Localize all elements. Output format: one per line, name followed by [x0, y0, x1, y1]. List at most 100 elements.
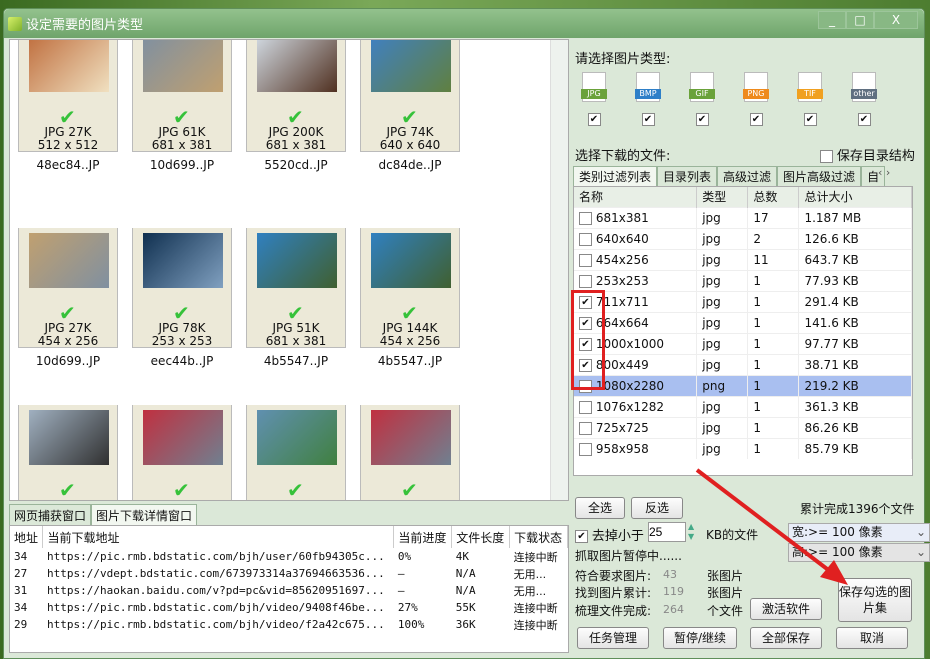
activate-button[interactable]: 激活软件: [750, 598, 822, 620]
other-file-icon: other: [851, 72, 877, 102]
download-cell: 连接中断: [513, 550, 558, 564]
row-checkbox[interactable]: [579, 442, 592, 456]
download-column-header[interactable]: 当前下载地址: [42, 526, 395, 548]
type-checkbox[interactable]: ✔: [749, 113, 763, 126]
save-checked-button[interactable]: 保存勾选的图片集: [838, 578, 912, 622]
file-type-other[interactable]: other ✔: [848, 72, 880, 126]
width-filter-select[interactable]: 宽:>= 100 像素 ⌄: [788, 523, 930, 542]
row-checkbox[interactable]: [579, 253, 592, 267]
filter-tab[interactable]: 高级过滤: [717, 166, 778, 187]
jpg-file-icon: JPG: [581, 72, 607, 102]
row-checkbox[interactable]: [579, 232, 592, 246]
download-row[interactable]: 34 https://pic.rmb.bdstatic.com/bjh/video…: [10, 599, 568, 616]
kb-files-label: KB的文件: [706, 528, 759, 542]
select-all-button[interactable]: 全选: [575, 497, 625, 519]
min-size-spinner[interactable]: ▲ ▼: [688, 522, 694, 542]
type-checkbox[interactable]: ✔: [803, 113, 817, 126]
thumbnail-item[interactable]: ✔JPG 104K: [18, 405, 118, 500]
download-column-header[interactable]: 文件长度: [451, 526, 511, 548]
list-row[interactable]: 1080x2280 png 1 219.2 KB: [574, 374, 912, 396]
row-type: jpg: [696, 248, 749, 270]
list-column-header[interactable]: 类型: [696, 187, 749, 207]
png-file-icon: PNG: [743, 72, 769, 102]
thumbnail-size: 640 x 640: [379, 138, 441, 152]
min-size-input[interactable]: [648, 522, 686, 542]
file-type-bmp[interactable]: BMP ✔: [632, 72, 664, 126]
match-unit: 张图片: [707, 569, 744, 583]
thumbnail-item[interactable]: ✔ JPG 74K 640 x 640 dc84de..JP: [360, 40, 460, 172]
thumbnail-item[interactable]: ✔JPG 52K: [132, 405, 232, 500]
thumbnail-image: [143, 233, 223, 288]
thumbnail-size: 253 x 253: [151, 334, 213, 348]
height-filter-select[interactable]: 高:>= 100 像素 ⌄: [788, 543, 930, 562]
maximize-button[interactable]: □: [846, 11, 874, 29]
filter-tab[interactable]: 目录列表: [657, 166, 718, 187]
list-column-header[interactable]: 总计大小: [798, 187, 912, 207]
cancel-button[interactable]: 取消: [836, 627, 908, 649]
thumbnail-item[interactable]: ✔ JPG 27K 454 x 256 10d699..JP: [18, 228, 118, 368]
file-type-png[interactable]: PNG ✔: [740, 72, 772, 126]
list-column-header[interactable]: 总数: [747, 187, 800, 207]
list-row[interactable]: 1076x1282 jpg 1 361.3 KB: [574, 395, 912, 417]
download-row[interactable]: 29 https://pic.rmb.bdstatic.com/bjh/video…: [10, 616, 568, 633]
download-column-header[interactable]: 下载状态: [509, 526, 568, 548]
thumbnail-item[interactable]: ✔JPG 292K: [246, 405, 346, 500]
thumbnail-item[interactable]: ✔ JPG 200K 681 x 381 5520cd..JP: [246, 40, 346, 172]
tab-scroll-arrows[interactable]: ‹ ›: [878, 166, 890, 179]
keep-dir-checkbox[interactable]: 保存目录结构: [820, 145, 915, 164]
list-row[interactable]: ✔ 800x449 jpg 1 38.71 KB: [574, 353, 912, 375]
thumbnail-image: [29, 40, 109, 92]
download-row[interactable]: 31 https://haokan.baidu.com/v?pd=pc&vid=8…: [10, 582, 568, 599]
thumbnail-item[interactable]: ✔ JPG 51K 681 x 381 4b5547..JP: [246, 228, 346, 368]
list-row[interactable]: ✔ 711x711 jpg 1 291.4 KB: [574, 290, 912, 312]
row-type: jpg: [696, 416, 749, 438]
list-row[interactable]: ✔ 1000x1000 jpg 1 97.77 KB: [574, 332, 912, 354]
tab-page-capture[interactable]: 网页捕获窗口: [9, 504, 92, 527]
list-row[interactable]: 640x640 jpg 2 126.6 KB: [574, 227, 912, 249]
list-row[interactable]: 253x253 jpg 1 77.93 KB: [574, 269, 912, 291]
thumbnail-item[interactable]: ✔ JPG 78K 253 x 253 eec44b..JP: [132, 228, 232, 368]
save-all-button[interactable]: 全部保存: [750, 627, 822, 649]
row-count: 11: [747, 248, 800, 270]
file-type-jpg[interactable]: JPG ✔: [578, 72, 610, 126]
file-type-gif[interactable]: GIF ✔: [686, 72, 718, 126]
download-cell: N/A: [455, 584, 476, 597]
list-row[interactable]: ✔ 664x664 jpg 1 141.6 KB: [574, 311, 912, 333]
type-checkbox[interactable]: ✔: [587, 113, 601, 126]
list-row[interactable]: 454x256 jpg 11 643.7 KB: [574, 248, 912, 270]
row-checkbox[interactable]: [579, 211, 592, 225]
list-row[interactable]: 725x725 jpg 1 86.26 KB: [574, 416, 912, 438]
category-filter-list: 名称 类型 总数 总计大小 681x381 jpg 17 1.187 MB 640x640 j…: [573, 186, 913, 476]
filter-tab[interactable]: 图片高级过滤: [777, 166, 862, 187]
height-filter-value: 高:>= 100 像素: [792, 545, 883, 559]
download-row[interactable]: 27 https://vdept.bdstatic.com/673973314a3…: [10, 565, 568, 582]
invert-selection-button[interactable]: 反选: [631, 497, 683, 519]
remove-small-checkbox[interactable]: ✔ 去掉小于: [575, 525, 644, 544]
type-checkbox[interactable]: ✔: [857, 113, 871, 126]
list-row[interactable]: 958x958 jpg 1 85.79 KB: [574, 437, 912, 459]
thumbnail-item[interactable]: ✔ JPG 144K 454 x 256 4b5547..JP: [360, 228, 460, 368]
download-row[interactable]: 34 https://pic.rmb.bdstatic.com/bjh/user/…: [10, 548, 568, 565]
row-checkbox[interactable]: [579, 421, 592, 435]
row-checkbox[interactable]: [579, 274, 592, 288]
thumbnail-item[interactable]: ✔JPG 27K: [360, 405, 460, 500]
pause-resume-button[interactable]: 暂停/继续: [663, 627, 737, 649]
close-button[interactable]: X: [874, 11, 918, 29]
list-column-header[interactable]: 名称: [574, 187, 698, 207]
list-row[interactable]: 681x381 jpg 17 1.187 MB: [574, 206, 912, 228]
type-checkbox[interactable]: ✔: [695, 113, 709, 126]
thumbnail-item[interactable]: ✔ JPG 61K 681 x 381 10d699..JP: [132, 40, 232, 172]
type-checkbox[interactable]: ✔: [641, 113, 655, 126]
download-column-header[interactable]: 当前进度: [393, 526, 453, 548]
task-manager-button[interactable]: 任务管理: [577, 627, 649, 649]
minimize-button[interactable]: _: [818, 11, 846, 29]
file-type-tif[interactable]: TIF ✔: [794, 72, 826, 126]
download-column-header[interactable]: 地址: [10, 526, 44, 548]
tab-download-details[interactable]: 图片下载详情窗口: [91, 504, 198, 527]
grid-scrollbar[interactable]: [550, 40, 568, 500]
thumbnail-image: [29, 233, 109, 288]
filter-tab[interactable]: 类别过滤列表: [573, 166, 658, 187]
row-type: png: [696, 374, 749, 396]
row-checkbox[interactable]: [579, 400, 592, 414]
thumbnail-item[interactable]: ✔ JPG 27K 512 x 512 48ec84..JP: [18, 40, 118, 172]
